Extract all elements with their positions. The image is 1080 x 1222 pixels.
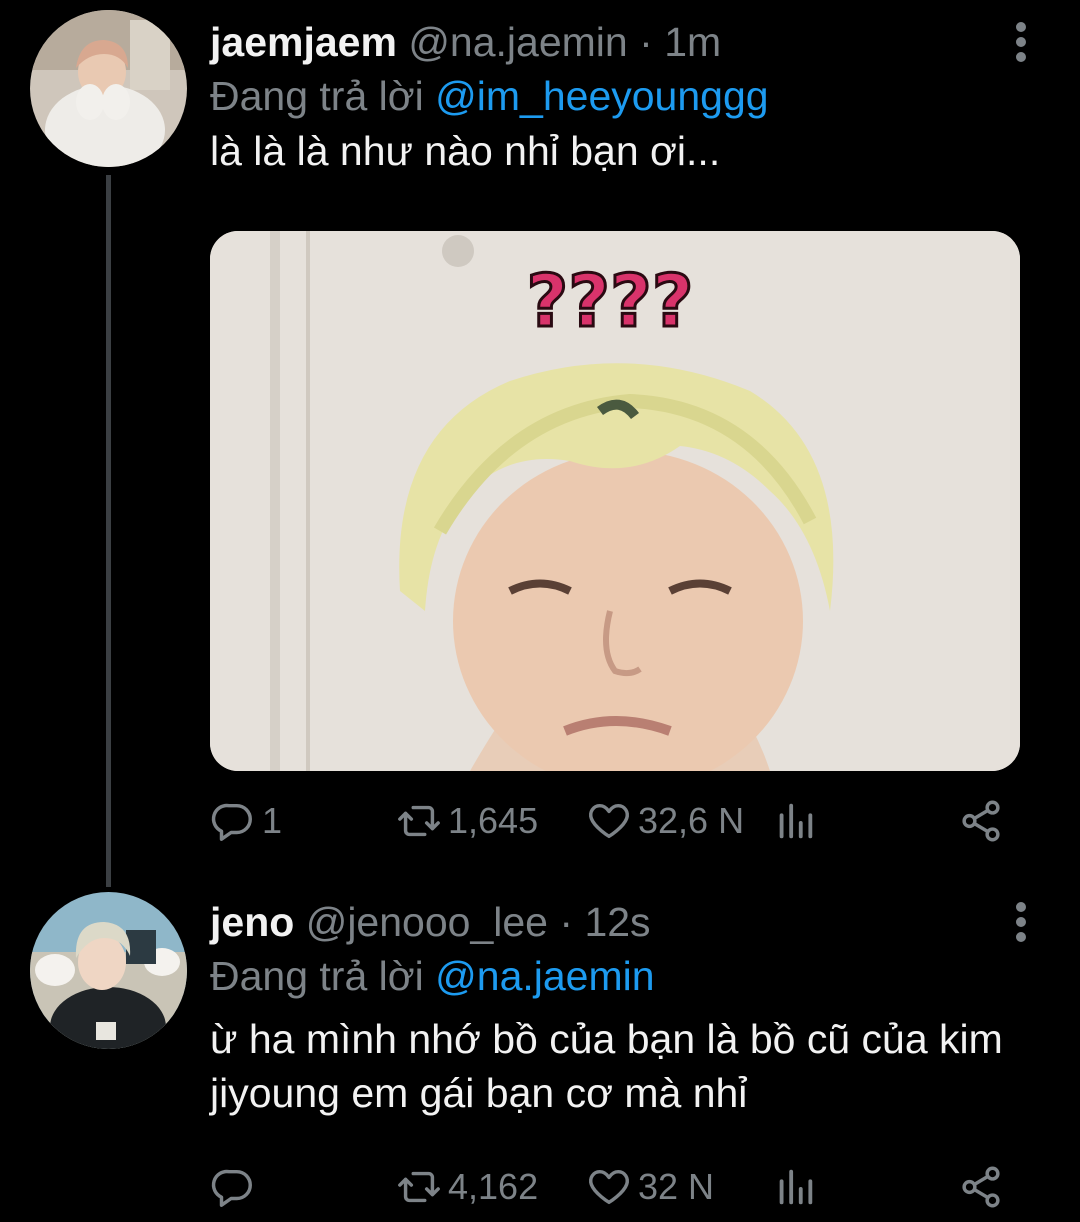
timestamp[interactable]: 12s (584, 899, 650, 945)
heart-icon (589, 803, 629, 839)
tweet-content: jaemjaem @na.jaemin · 1m Đang trả lời @i… (210, 20, 1040, 178)
tweet-media-image[interactable]: ???? (210, 231, 1020, 771)
tweet-text: là là là như nào nhỉ bạn ơi... (210, 128, 721, 174)
like-button[interactable]: 32 N (586, 1162, 714, 1212)
reply-context: Đang trả lời @im_heeyounggg (210, 74, 1040, 118)
media-caption: ???? (526, 259, 693, 343)
separator: · (639, 19, 653, 65)
share-button[interactable] (958, 1162, 1004, 1212)
user-handle[interactable]: @jenooo_lee (306, 899, 548, 945)
tweet-text: ừ ha mình nhớ bồ của bạn là bồ cũ của ki… (210, 1016, 1003, 1116)
reply-count: 1 (262, 800, 283, 841)
more-dot (1016, 932, 1026, 942)
retweet-button[interactable]: 1,645 (396, 796, 538, 846)
share-icon (962, 1166, 1000, 1208)
mention-link[interactable]: @na.jaemin (435, 953, 654, 999)
retweet-icon (398, 1171, 440, 1203)
analytics-icon (779, 803, 813, 839)
avatar-photo (30, 10, 187, 167)
retweet-icon (398, 805, 440, 837)
reply-button[interactable]: 1 (210, 796, 282, 846)
more-dot (1016, 52, 1026, 62)
tweet-header: jaemjaem @na.jaemin · 1m (210, 20, 1040, 64)
separator: · (559, 899, 574, 945)
meme-photo: ???? (210, 231, 1020, 771)
tweet[interactable]: jaemjaem @na.jaemin · 1m Đang trả lời @i… (0, 0, 1080, 880)
analytics-button[interactable] (772, 796, 818, 846)
display-name[interactable]: jeno (210, 899, 294, 945)
heart-icon (589, 1169, 629, 1205)
tweet-header: jeno @jenooo_lee · 12s (210, 900, 1040, 944)
retweet-count: 1,645 (448, 800, 539, 841)
avatar[interactable] (30, 892, 187, 1049)
timestamp[interactable]: 1m (664, 19, 721, 65)
reply-button[interactable] (210, 1162, 262, 1212)
tweet-content: jeno @jenooo_lee · 12s Đang trả lời @na.… (210, 900, 1040, 1120)
mention-link[interactable]: @im_heeyounggg (435, 73, 768, 119)
more-vertical-icon (1016, 902, 1026, 912)
analytics-button[interactable] (772, 1162, 818, 1212)
retweet-count: 4,162 (448, 1166, 539, 1207)
tweet-actions: 1 1,645 32,6 N (210, 796, 1020, 846)
more-vertical-icon (1016, 22, 1026, 32)
more-options-button[interactable] (1014, 902, 1028, 942)
like-button[interactable]: 32,6 N (586, 796, 744, 846)
more-options-button[interactable] (1014, 22, 1028, 62)
reply-prefix: Đang trả lời (210, 953, 424, 999)
avatar[interactable] (30, 10, 187, 167)
avatar-photo (30, 892, 187, 1049)
like-count: 32,6 N (638, 800, 745, 841)
user-handle[interactable]: @na.jaemin (408, 19, 627, 65)
reply-prefix: Đang trả lời (210, 73, 424, 119)
tweet-actions: 4,162 32 N (210, 1162, 1020, 1212)
more-dot (1016, 917, 1026, 927)
reply-context: Đang trả lời @na.jaemin (210, 954, 1040, 998)
tweet[interactable]: jeno @jenooo_lee · 12s Đang trả lời @na.… (0, 880, 1080, 1222)
reply-icon (211, 1169, 252, 1207)
analytics-icon (779, 1169, 813, 1205)
share-icon (962, 800, 1000, 842)
like-count: 32 N (638, 1166, 715, 1207)
display-name[interactable]: jaemjaem (210, 19, 397, 65)
more-dot (1016, 37, 1026, 47)
retweet-button[interactable]: 4,162 (396, 1162, 538, 1212)
share-button[interactable] (958, 796, 1004, 846)
reply-icon (211, 803, 252, 841)
